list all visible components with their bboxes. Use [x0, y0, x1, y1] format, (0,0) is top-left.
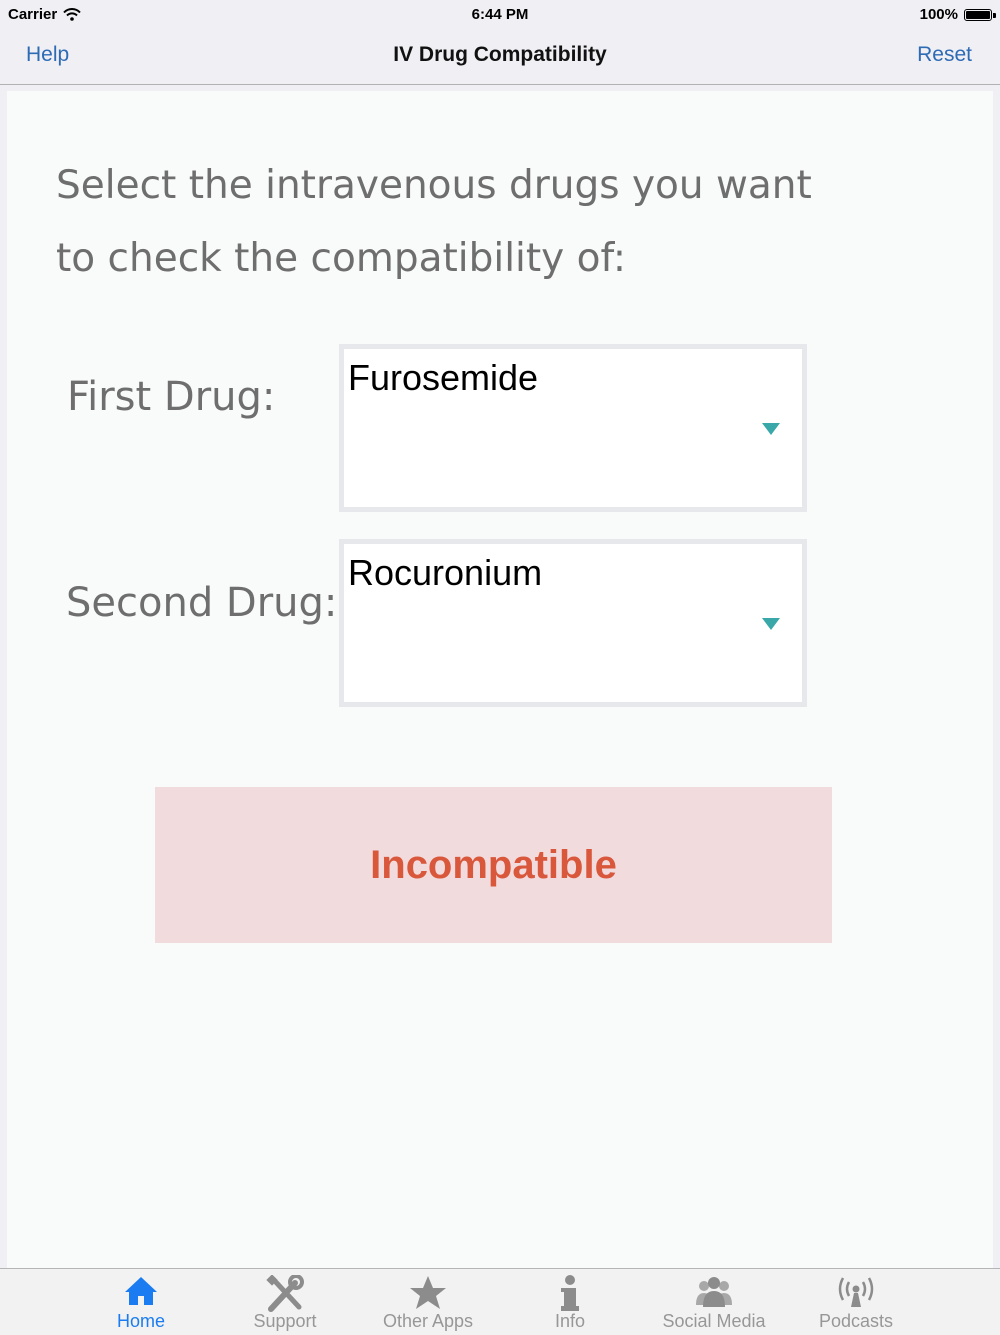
tab-info-label: Info [554, 1311, 586, 1331]
first-drug-label: First Drug: [67, 374, 276, 420]
battery-icon [964, 8, 996, 21]
dropdown-arrow-icon [762, 618, 780, 630]
status-bar: Carrier 6:44 PM 100% [0, 0, 1000, 30]
dropdown-arrow-icon [762, 423, 780, 435]
tab-info[interactable]: Info [500, 1269, 640, 1335]
tab-bar: Home Support Other Apps Info Social Medi… [0, 1268, 1000, 1335]
main-content: Select the intravenous drugs you want to… [7, 91, 993, 1268]
tab-social-media-label: Social Media [662, 1311, 766, 1331]
tab-home-label: Home [116, 1311, 165, 1331]
compatibility-result: Incompatible [155, 787, 832, 943]
tools-icon [266, 1275, 304, 1312]
tab-social-media[interactable]: Social Media [644, 1269, 784, 1335]
podcast-icon [838, 1277, 874, 1307]
second-drug-picker[interactable]: Rocuronium [339, 539, 807, 707]
tab-support[interactable]: Support [215, 1269, 355, 1335]
second-drug-value: Rocuronium [348, 552, 543, 593]
battery-indicator: 100% [919, 6, 996, 23]
battery-percent: 100% [919, 6, 958, 23]
tab-other-apps-label: Other Apps [382, 1311, 474, 1331]
info-icon [561, 1275, 579, 1311]
compatibility-result-text: Incompatible [370, 842, 617, 887]
home-icon [125, 1277, 157, 1305]
second-drug-label: Second Drug: [66, 580, 338, 626]
tab-other-apps[interactable]: Other Apps [358, 1269, 498, 1335]
tab-support-label: Support [253, 1311, 317, 1331]
page-title: IV Drug Compatibility [393, 43, 607, 66]
clock: 6:44 PM [471, 6, 529, 23]
instruction-text: Select the intravenous drugs you want to… [56, 163, 812, 281]
first-drug-value: Furosemide [348, 357, 539, 398]
tab-home[interactable]: Home [71, 1269, 211, 1335]
first-drug-picker[interactable]: Furosemide [339, 344, 807, 512]
people-icon [696, 1277, 732, 1307]
tab-podcasts[interactable]: Podcasts [786, 1269, 926, 1335]
reset-button[interactable]: Reset [917, 43, 972, 67]
navigation-bar: Help IV Drug Compatibility Reset [0, 30, 1000, 85]
star-icon [410, 1276, 446, 1309]
tab-podcasts-label: Podcasts [818, 1311, 894, 1331]
